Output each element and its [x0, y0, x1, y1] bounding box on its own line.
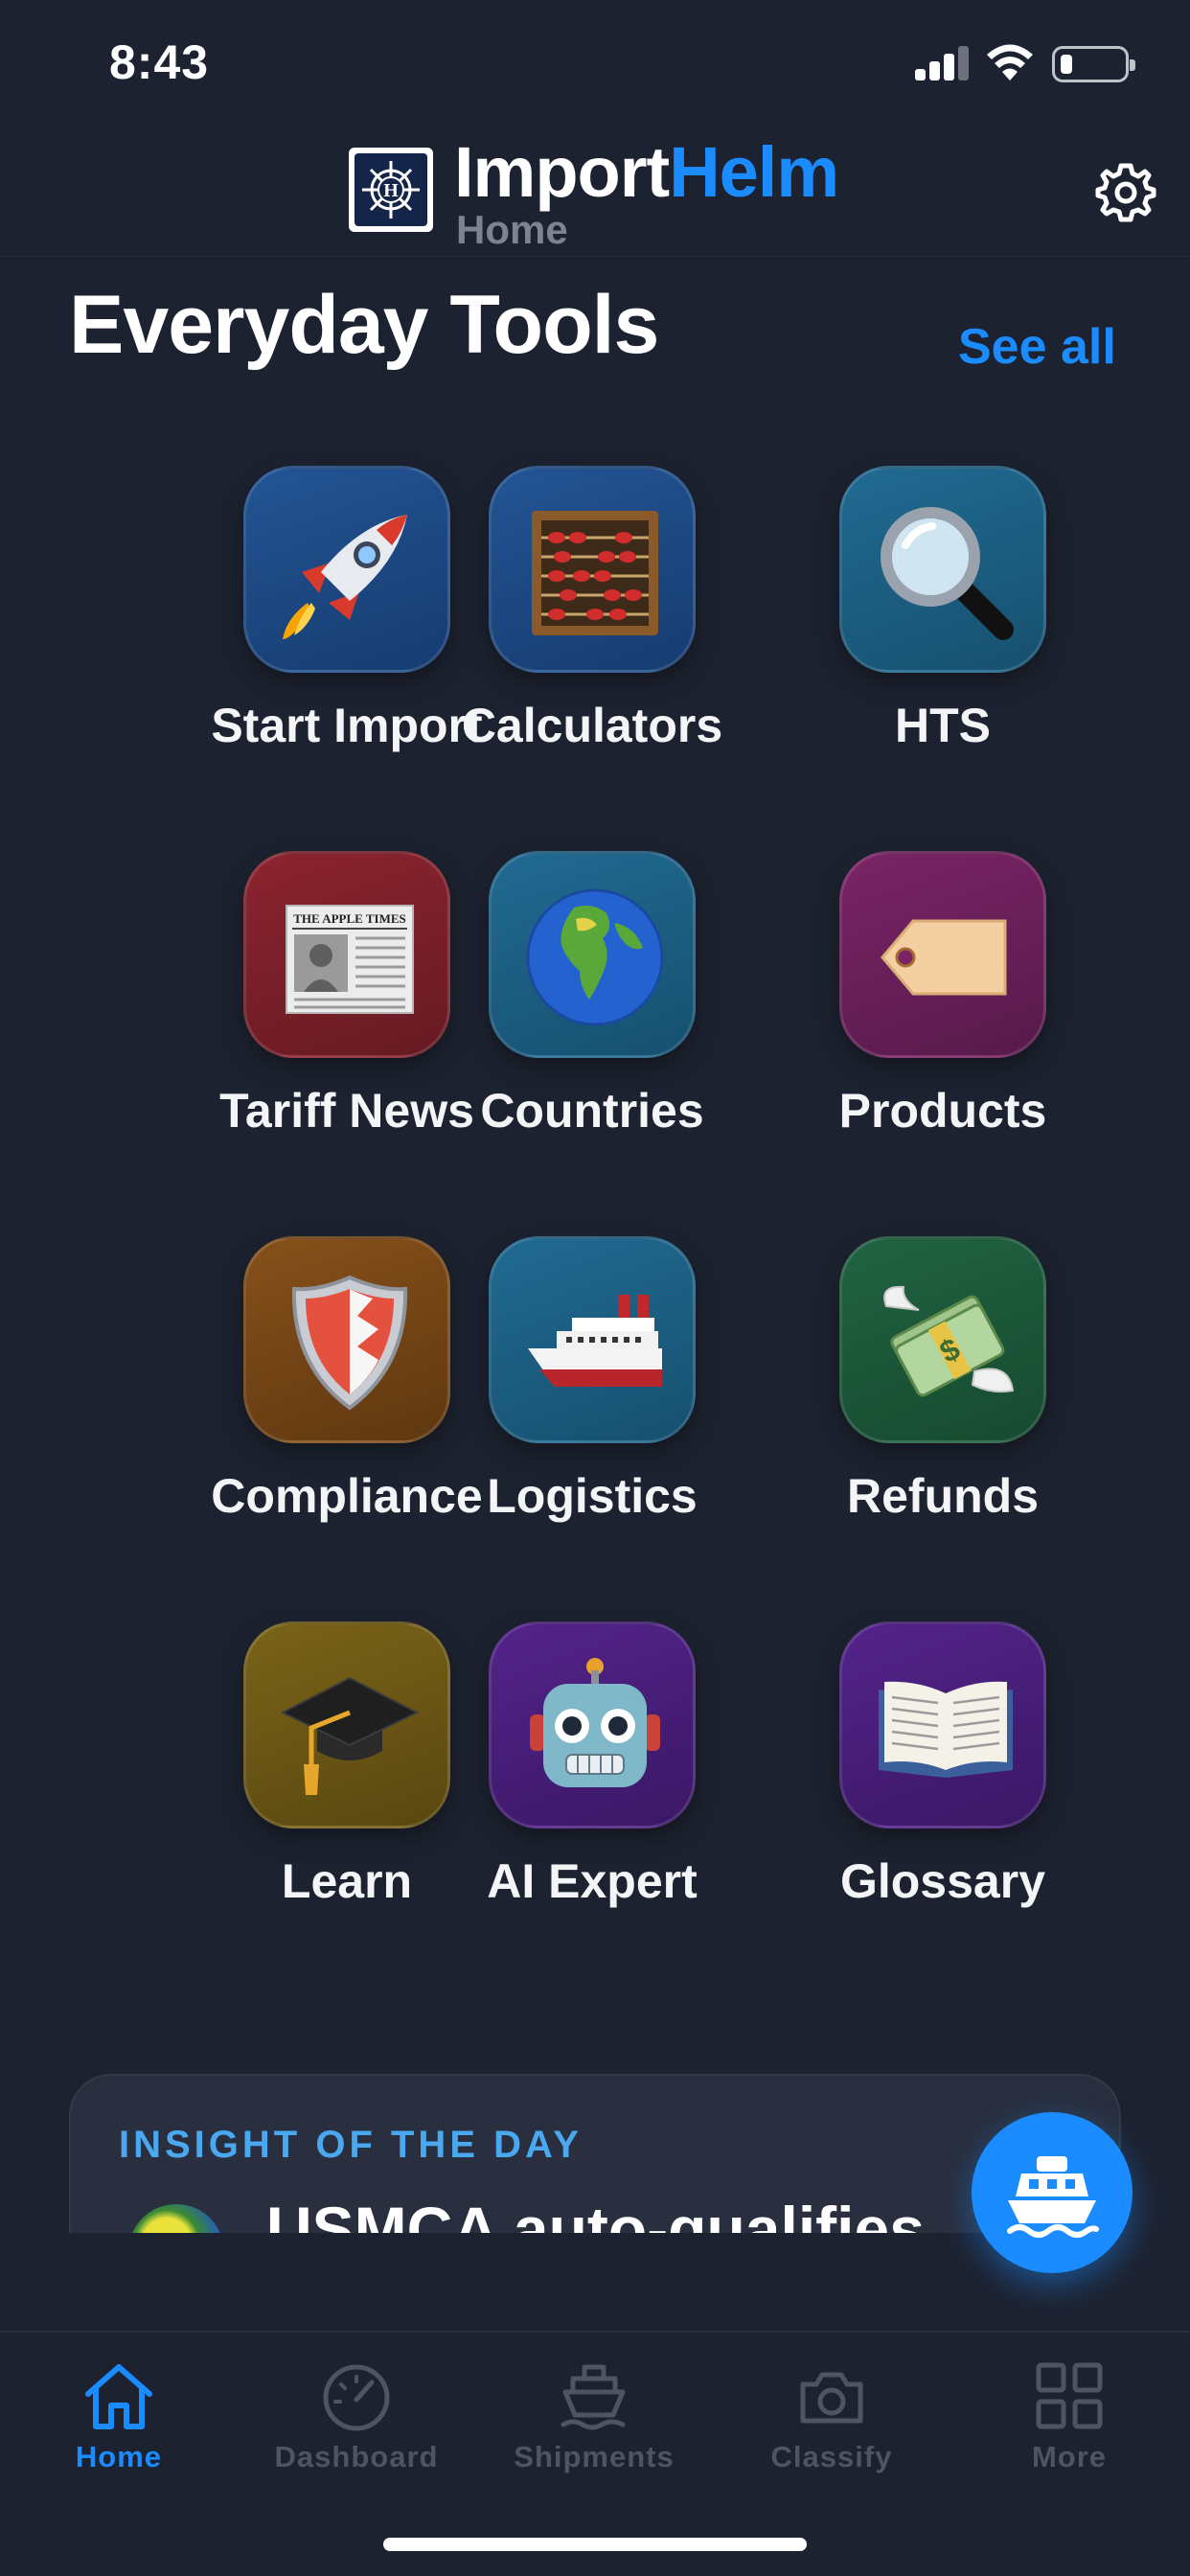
tab-label: Home — [75, 2440, 163, 2473]
tool-tile — [839, 851, 1046, 1058]
tool-label: Logistics — [487, 1469, 698, 1523]
robot-icon — [530, 1658, 660, 1787]
insight-headline: USMCA auto-qualifies — [266, 2194, 925, 2233]
magnifying-glass-icon — [881, 507, 1014, 640]
ship-icon — [561, 2364, 626, 2430]
tool-label: Products — [838, 1084, 1047, 1138]
tool-products[interactable]: Products — [770, 851, 1115, 1177]
globe-icon — [128, 2204, 224, 2233]
tab-dashboard[interactable]: Dashboard — [238, 2359, 475, 2484]
tab-label: Shipments — [514, 2440, 675, 2473]
abacus-icon — [532, 511, 658, 635]
home-indicator[interactable] — [383, 2538, 807, 2551]
tool-tile — [489, 466, 696, 673]
tab-shipments[interactable]: Shipments — [475, 2359, 713, 2484]
graduation-cap-icon — [280, 1676, 420, 1795]
rocket-icon — [283, 515, 407, 639]
tool-label: Glossary — [839, 1854, 1045, 1908]
insight-card[interactable]: INSIGHT OF THE DAY USMCA auto-qualifies — [69, 2074, 1121, 2233]
open-book-icon — [879, 1681, 1013, 1778]
tab-label: More — [1031, 2440, 1108, 2473]
tab-more[interactable]: More — [950, 2359, 1188, 2484]
tool-tile — [489, 851, 696, 1058]
home-screen: 8:43 H ImportHelm Home Everyday Tools Se… — [0, 0, 1190, 2576]
tool-logistics[interactable]: Logistics — [420, 1236, 765, 1562]
tool-glossary[interactable]: Glossary — [770, 1622, 1115, 1947]
speedometer-icon — [323, 2364, 390, 2431]
insight-kicker: INSIGHT OF THE DAY — [119, 2124, 583, 2166]
tool-tile — [489, 1236, 696, 1443]
newspaper-icon: THE APPLE TIMES — [286, 905, 414, 1014]
tool-label: Countries — [480, 1084, 704, 1138]
tab-home[interactable]: Home — [0, 2359, 238, 2484]
tool-label: AI Expert — [487, 1854, 698, 1908]
tools-grid: Start Import Calculators HTS THE APPLE T… — [0, 0, 1190, 2012]
money-wings-icon: $ — [883, 1285, 1015, 1397]
tool-label: Refunds — [847, 1469, 1039, 1523]
house-icon — [85, 2364, 152, 2429]
globe-icon — [526, 888, 664, 1026]
tool-tile — [489, 1622, 696, 1828]
tag-icon — [881, 919, 1007, 996]
ship-icon — [528, 1295, 662, 1387]
tool-label: HTS — [895, 699, 991, 752]
tool-tile — [839, 466, 1046, 673]
tool-ai-expert[interactable]: AI Expert — [420, 1622, 765, 1947]
tab-label: Classify — [770, 2440, 893, 2473]
tab-classify[interactable]: Classify — [713, 2359, 950, 2484]
tool-hts[interactable]: HTS — [770, 466, 1115, 792]
tool-label: Calculators — [461, 699, 723, 752]
camera-icon — [800, 2372, 863, 2424]
ship-icon — [1007, 2156, 1099, 2238]
shield-icon — [291, 1275, 408, 1411]
grid-icon — [1036, 2362, 1103, 2429]
tool-tile — [839, 1622, 1046, 1828]
new-shipment-fab[interactable] — [972, 2112, 1133, 2273]
tool-tile: $ — [839, 1236, 1046, 1443]
tab-label: Dashboard — [274, 2440, 439, 2473]
tool-refunds[interactable]: $ Refunds — [770, 1236, 1115, 1562]
tool-countries[interactable]: Countries — [420, 851, 765, 1177]
tool-calculators[interactable]: Calculators — [420, 466, 765, 792]
svg-text:THE APPLE TIMES: THE APPLE TIMES — [293, 911, 406, 926]
